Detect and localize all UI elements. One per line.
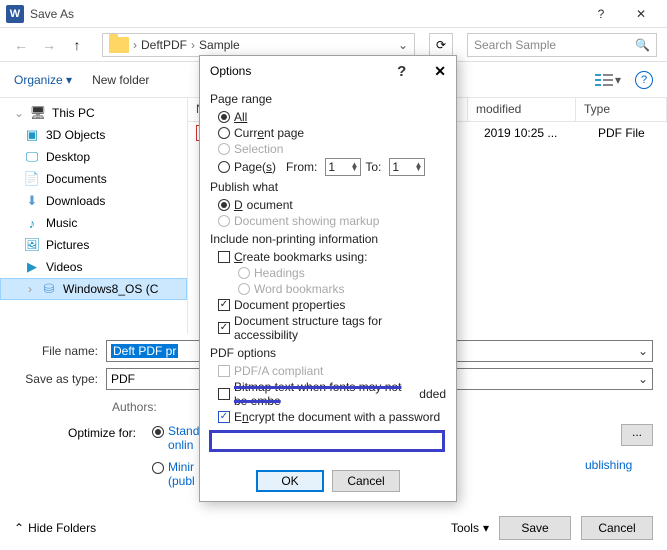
tree-videos[interactable]: ▶Videos [0,256,187,278]
view-icon [595,73,613,87]
chevron-down-icon[interactable]: ⌄ [638,372,648,386]
col-type[interactable]: Type [576,98,667,121]
search-icon: 🔍 [635,38,650,52]
section-include-nonprinting: Include non-printing information [210,232,446,246]
tree-desktop[interactable]: 🖵Desktop [0,146,187,168]
radio-current-page[interactable]: Current page [218,126,446,140]
forward-arrow: → [38,34,60,56]
section-page-range: Page range [210,92,446,106]
ok-button[interactable]: OK [256,470,324,492]
radio-icon [152,462,164,474]
optimize-standard-radio[interactable]: Standonlin [152,424,199,452]
chevron-up-icon: ⌃ [14,521,24,535]
search-placeholder: Search Sample [474,38,556,52]
tree-music[interactable]: ♪Music [0,212,187,234]
radio-document[interactable]: Document [218,198,446,212]
authors-label: Authors: [112,400,157,414]
view-button[interactable]: ▾ [595,73,621,87]
options-dialog: Options ? ✕ Page range All Current page … [199,55,457,502]
radio-selection: Selection [218,142,446,156]
radio-word-bookmarks: Word bookmarks [238,282,446,296]
folder-icon [109,37,129,53]
tree-pictures[interactable]: 🖼Pictures [0,234,187,256]
options-cancel-button[interactable]: Cancel [332,470,400,492]
section-publish-what: Publish what [210,180,446,194]
save-button[interactable]: Save [499,516,571,540]
tools-menu[interactable]: Tools ▾ [451,521,489,535]
word-icon: W [6,5,24,23]
address-bar[interactable]: › DeftPDF › Sample ⌄ [102,33,415,57]
help-button[interactable]: ? [581,0,621,28]
tree-documents[interactable]: 📄Documents [0,168,187,190]
radio-doc-markup: Document showing markup [218,214,446,228]
nav-tree: ⌄🖥This PC ▣3D Objects 🖵Desktop 📄Document… [0,98,188,334]
check-doc-properties[interactable]: Document properties [218,298,446,312]
refresh-button[interactable]: ⟳ [429,33,453,57]
check-encrypt[interactable]: Encrypt the document with a password [218,410,446,424]
after-publishing-link[interactable]: ublishing [585,458,653,472]
save-type-label: Save as type: [14,372,98,386]
col-modified[interactable]: modified [468,98,576,121]
radio-pages[interactable]: Page(s) From: 1▲▼ To: 1▲▼ [218,158,446,176]
tree-downloads[interactable]: ⬇Downloads [0,190,187,212]
window-title: Save As [30,7,74,21]
options-footer: OK Cancel [200,461,456,501]
file-name-label: File name: [14,344,98,358]
organize-menu[interactable]: Organize ▾ [14,73,72,87]
help-icon[interactable]: ? [635,71,653,89]
pages-from-input[interactable]: 1▲▼ [325,158,361,176]
back-arrow[interactable]: ← [10,34,32,56]
radio-all[interactable]: All [218,110,446,124]
close-button[interactable]: ✕ [621,0,661,28]
tree-this-pc[interactable]: ⌄🖥This PC [0,102,187,124]
tree-disk-c[interactable]: ›⛁Windows8_OS (C [0,278,187,300]
new-folder-button[interactable]: New folder [92,73,149,87]
cancel-button[interactable]: Cancel [581,516,653,540]
chevron-down-icon[interactable]: ⌄ [638,344,648,358]
options-button[interactable]: ... [621,424,653,446]
options-help-button[interactable]: ? [397,63,406,80]
breadcrumb-1[interactable]: DeftPDF [141,38,187,52]
optimize-label: Optimize for: [68,424,136,488]
search-input[interactable]: Search Sample 🔍 [467,33,657,57]
options-title: Options [210,64,251,78]
section-pdf-options: PDF options [210,346,446,360]
check-bitmap-text[interactable]: Bitmap text when fonts may not be embedd… [218,380,446,408]
up-arrow[interactable]: ↑ [66,34,88,56]
check-pdfa: PDF/A compliant [218,364,446,378]
hide-folders-toggle[interactable]: ⌃ Hide Folders [14,521,96,535]
pages-to-input[interactable]: 1▲▼ [389,158,425,176]
check-doc-structure[interactable]: Document structure tags for accessibilit… [218,314,446,342]
radio-icon [152,426,164,438]
options-close-button[interactable]: ✕ [434,63,446,80]
options-titlebar: Options ? ✕ [200,56,456,86]
file-modified: 2019 10:25 ... [484,126,592,140]
tree-3d-objects[interactable]: ▣3D Objects [0,124,187,146]
file-type: PDF File [598,126,667,140]
optimize-minimum-radio[interactable]: Minir(publ [152,460,199,488]
breadcrumb-2[interactable]: Sample [199,38,240,52]
radio-headings: Headings [238,266,446,280]
check-create-bookmarks[interactable]: Create bookmarks using: [218,250,446,264]
dialog-footer: ⌃ Hide Folders Tools ▾ Save Cancel [0,506,667,550]
titlebar: W Save As ? ✕ [0,0,667,28]
